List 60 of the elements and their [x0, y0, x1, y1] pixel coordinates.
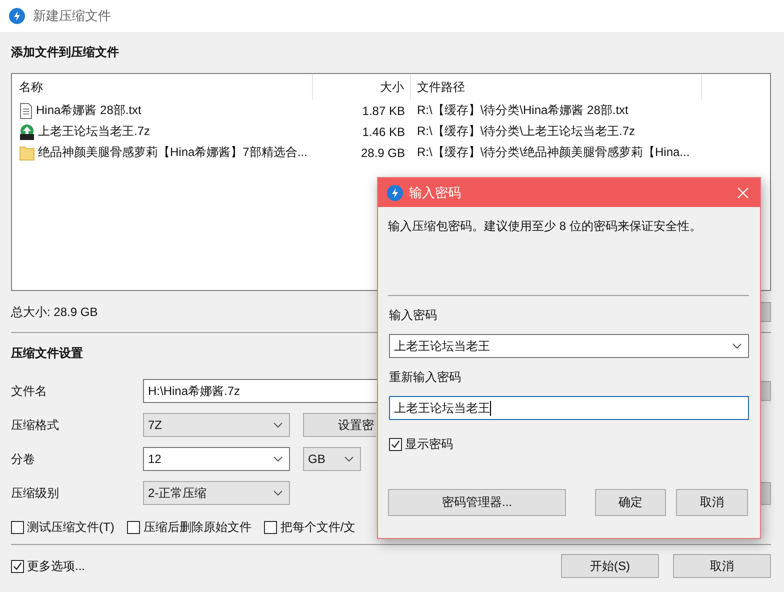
file-size: 1.46 KB	[361, 124, 406, 138]
checkbox-label: 测试压缩文件(T)	[27, 518, 114, 536]
folder-icon	[19, 144, 35, 160]
chevron-down-icon	[732, 343, 742, 349]
app-logo-icon	[387, 184, 403, 200]
dropdown[interactable]: 2-正常压缩	[143, 481, 290, 505]
checkbox-box[interactable]	[11, 520, 24, 534]
checkbox[interactable]: 更多选项...	[11, 558, 86, 574]
checkbox[interactable]: 把每个文件/文	[264, 518, 356, 536]
column-header[interactable]: 名称	[12, 74, 313, 100]
file-path: R:\【缓存】\待分类\上老王论坛当老王.7z	[416, 123, 636, 140]
dialog-message: 输入压缩包密码。建议使用至少 8 位的密码来保证安全性。	[388, 218, 702, 235]
checkbox-box[interactable]	[264, 520, 278, 534]
window-title: 新建压缩文件	[33, 7, 111, 25]
checkbox[interactable]: 显示密码	[389, 436, 749, 453]
field-label: 重新输入密码	[389, 369, 462, 386]
checkbox-box[interactable]	[127, 520, 140, 534]
document-icon	[19, 102, 33, 118]
dialog-button[interactable]: 确定	[595, 489, 666, 516]
file-size: 1.87 KB	[361, 104, 406, 118]
file-name: 上老王论坛当老王.7z	[38, 123, 150, 140]
file-name: 绝品神颜美腿骨感萝莉【Hina希娜酱】7部精选合...	[38, 144, 308, 161]
chevron-down-icon	[273, 456, 283, 462]
chevron-down-icon	[273, 422, 283, 428]
field-label: 压缩格式	[11, 416, 60, 434]
chevron-down-icon	[273, 490, 283, 496]
dialog-button[interactable]: 取消	[676, 489, 748, 516]
checkbox[interactable]: 测试压缩文件(T)	[11, 518, 114, 536]
total-size: 总大小: 28.9 GB	[11, 304, 98, 320]
password-field[interactable]: 上老王论坛当老王	[389, 334, 749, 358]
checkbox-label: 把每个文件/文	[280, 518, 356, 536]
app-logo-icon	[9, 8, 25, 24]
field-label: 输入密码	[389, 307, 438, 324]
dropdown[interactable]: 7Z	[143, 413, 290, 437]
confirm-password-field[interactable]: 上老王论坛当老王	[389, 396, 749, 420]
column-header[interactable]: 文件路径	[411, 74, 702, 100]
dialog-button[interactable]: 开始(S)	[561, 554, 659, 578]
field-label: 分卷	[11, 450, 36, 468]
dialog-button[interactable]: 取消	[673, 554, 771, 578]
file-name: Hina希娜酱 28部.txt	[36, 102, 142, 119]
section-heading: 添加文件到压缩文件	[11, 44, 119, 61]
set-password-button[interactable]: 设置密	[303, 413, 376, 437]
section-heading: 压缩文件设置	[11, 345, 83, 362]
field-label: 压缩级别	[11, 484, 60, 502]
combo-box[interactable]: 12	[143, 447, 290, 471]
archive-icon	[19, 124, 35, 140]
column-header[interactable]: 大小	[313, 74, 411, 100]
dialog-title: 输入密码	[409, 184, 461, 202]
chevron-down-icon	[344, 456, 354, 462]
dialog-button[interactable]: 密码管理器...	[388, 489, 566, 516]
field-label: 文件名	[11, 382, 48, 400]
unit-dropdown[interactable]: GB	[303, 447, 361, 471]
file-size: 28.9 GB	[360, 146, 406, 160]
close-icon[interactable]	[737, 186, 749, 198]
checkbox-box[interactable]	[11, 560, 24, 572]
checkbox-label: 更多选项...	[27, 558, 86, 574]
checkbox-box[interactable]	[389, 438, 402, 451]
file-path: R:\【缓存】\待分类\绝品神颜美腿骨感萝莉【Hina...	[416, 144, 691, 161]
checkbox-label: 显示密码	[405, 436, 453, 453]
file-path: R:\【缓存】\待分类\Hina希娜酱 28部.txt	[416, 102, 630, 119]
